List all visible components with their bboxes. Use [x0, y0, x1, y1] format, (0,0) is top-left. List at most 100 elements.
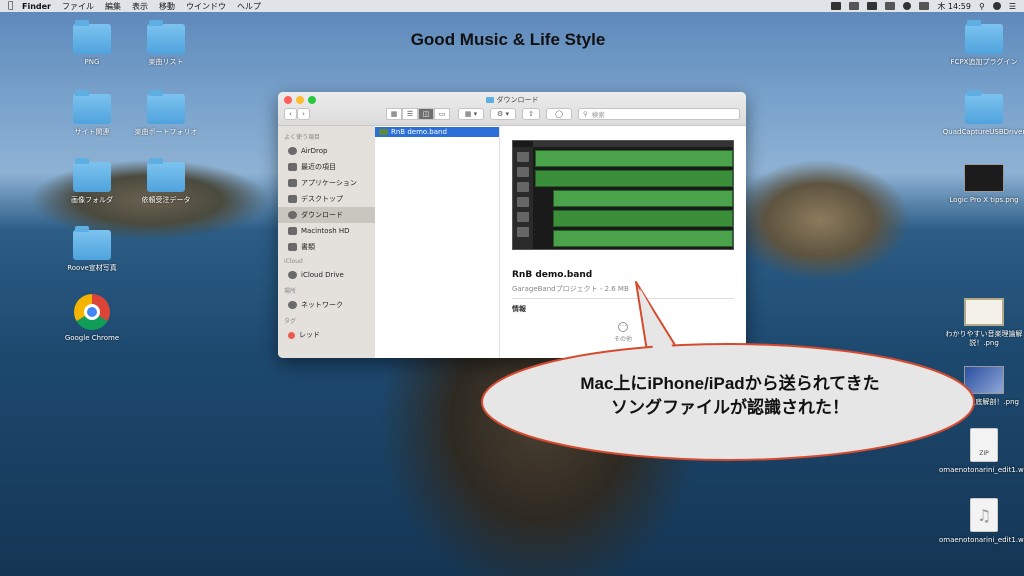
audio-file-icon: ♫ [970, 498, 998, 532]
desktop-icon-label: Logic Pro X tips.png [949, 196, 1019, 204]
sidebar-item-applications[interactable]: アプリケーション [278, 175, 375, 191]
app-status-icon[interactable] [867, 2, 878, 10]
window-title: ダウンロード [278, 95, 746, 105]
desktop-icon-label: QuadCaptureUSBDriver [942, 128, 1024, 136]
sidebar-item-recents[interactable]: 最近の項目 [278, 159, 375, 175]
desktop-file-wav[interactable]: ♫ omaenotonarini_edit1.wav [939, 498, 1024, 545]
menu-go[interactable]: 移動 [159, 1, 175, 12]
callout-text: Mac上にiPhone/iPadから送られてきた ソングファイルが認識された！ [500, 372, 960, 420]
download-icon [288, 211, 297, 219]
column-view-button[interactable]: ◫ [418, 108, 434, 120]
garageband-thumbnail [512, 140, 734, 250]
battery-icon[interactable] [919, 2, 930, 10]
cloud-icon [288, 271, 297, 279]
icon-view-button[interactable]: ▦ [386, 108, 402, 120]
desktop-icon-label: 依頼受注データ [141, 196, 191, 204]
sidebar-header-icloud: iCloud [284, 258, 303, 265]
desktop-folder-song-list[interactable]: 楽曲リスト [121, 20, 211, 67]
applications-icon [288, 179, 297, 187]
airdrop-icon [288, 147, 297, 155]
finder-titlebar[interactable]: ダウンロード ‹ › ▦ ☰ ◫ ▭ ▦ ▾ ⚙ ▾ ⇧ ◯ ⚲ 検索 [278, 92, 746, 126]
forward-button[interactable]: › [297, 108, 310, 120]
finder-toolbar: ‹ › ▦ ☰ ◫ ▭ ▦ ▾ ⚙ ▾ ⇧ ◯ ⚲ 検索 [284, 107, 740, 121]
group-button[interactable]: ▦ ▾ [458, 108, 484, 120]
folder-icon [73, 90, 111, 124]
more-label: その他 [613, 336, 632, 343]
sidebar-header-places: 場所 [284, 288, 297, 295]
folder-icon [73, 20, 111, 54]
apple-menu-icon[interactable]:  [8, 1, 22, 11]
spotlight-icon[interactable]: ⚲ [979, 2, 985, 11]
sidebar-item-desktop[interactable]: デスクトップ [278, 191, 375, 207]
desktop-folder-fcpx[interactable]: FCPX追加プラグイン [939, 20, 1024, 67]
sidebar-item-documents[interactable]: 書類 [278, 239, 375, 255]
siri-icon[interactable] [992, 2, 1001, 10]
zip-file-icon: ZIP [970, 428, 998, 462]
folder-icon [147, 90, 185, 124]
globe-icon [288, 301, 297, 309]
folder-icon [147, 158, 185, 192]
image-thumbnail-icon [964, 366, 1004, 394]
desktop-icon-label: omaenotonarini_edit1.wav.zip [939, 466, 1024, 474]
sidebar-item-icloud-drive[interactable]: iCloud Drive [278, 267, 375, 283]
folder-icon [965, 90, 1003, 124]
folder-icon [147, 20, 185, 54]
wifi-icon[interactable] [903, 2, 912, 10]
sidebar-item-downloads[interactable]: ダウンロード [278, 207, 375, 223]
notification-center-icon[interactable]: ☰ [1009, 2, 1016, 11]
desktop-icon-label: omaenotonarini_edit1.wav [939, 536, 1024, 544]
back-button[interactable]: ‹ [284, 108, 297, 120]
finder-sidebar: よく使う項目 AirDrop 最近の項目 アプリケーション デスクトップ ダウン… [278, 126, 375, 358]
desktop-folder-roove[interactable]: Roove宣材写真 [47, 226, 137, 273]
more-button[interactable]: ··· その他 [500, 322, 746, 343]
desktop-icon-label: わかりやすい音楽理論解説！.png [945, 330, 1023, 347]
search-field[interactable]: ⚲ 検索 [578, 108, 740, 120]
menu-edit[interactable]: 編集 [105, 1, 121, 12]
sidebar-item-airdrop[interactable]: AirDrop [278, 143, 375, 159]
search-placeholder: 検索 [591, 111, 605, 119]
file-column: RnB demo.band [375, 126, 500, 358]
desktop-folder-orders[interactable]: 依頼受注データ [121, 158, 211, 205]
garageband-file-icon [379, 129, 388, 135]
folder-icon [485, 97, 494, 103]
bluetooth-icon[interactable] [885, 2, 896, 10]
desktop-icon-label: FCPX追加プラグイン [950, 58, 1018, 66]
sidebar-header-tags: タグ [284, 318, 297, 325]
extension-icon[interactable] [849, 2, 860, 10]
folder-icon [73, 226, 111, 260]
file-row-selected[interactable]: RnB demo.band [375, 127, 499, 137]
menu-window[interactable]: ウインドウ [186, 1, 226, 12]
image-thumbnail-icon [964, 298, 1004, 326]
desktop-app-chrome[interactable]: Google Chrome [47, 294, 137, 343]
sidebar-item-macintosh-hd[interactable]: Macintosh HD [278, 223, 375, 239]
desktop-icon-label: Roove宣材写真 [67, 264, 117, 272]
menu-clock[interactable]: 木 14:59 [937, 1, 971, 12]
desktop-icon [288, 195, 297, 203]
display-icon[interactable] [831, 2, 842, 10]
sidebar-header-favorites: よく使う項目 [284, 134, 321, 141]
callout-line-1: Mac上にiPhone/iPadから送られてきた [580, 374, 880, 393]
red-tag-icon [288, 331, 295, 339]
menu-view[interactable]: 表示 [132, 1, 148, 12]
desktop-image-logic-tips[interactable]: Logic Pro X tips.png [939, 164, 1024, 205]
tag-button[interactable]: ◯ [546, 108, 572, 120]
preview-pane: RnB demo.band GarageBandプロジェクト - 2.6 MB … [500, 126, 746, 358]
desktop-icon-label: 楽曲リスト [148, 58, 184, 66]
search-icon: ⚲ [583, 110, 588, 118]
menu-bar:  Finder ファイル 編集 表示 移動 ウインドウ ヘルプ 木 14:59… [0, 0, 1024, 12]
menu-app-finder[interactable]: Finder [22, 2, 51, 11]
menu-file[interactable]: ファイル [62, 1, 94, 12]
menu-help[interactable]: ヘルプ [237, 1, 261, 12]
gallery-view-button[interactable]: ▭ [434, 108, 450, 120]
sidebar-item-network[interactable]: ネットワーク [278, 297, 375, 313]
action-gear-button[interactable]: ⚙ ▾ [490, 108, 516, 120]
share-button[interactable]: ⇧ [522, 108, 540, 120]
desktop-folder-quadcapture[interactable]: QuadCaptureUSBDriver [939, 90, 1024, 137]
sidebar-item-tag-red[interactable]: レッド [278, 327, 375, 343]
desktop-folder-portfolio[interactable]: 楽曲ポートフォリオ [121, 90, 211, 137]
window-title-text: ダウンロード [496, 96, 539, 104]
list-view-button[interactable]: ☰ [402, 108, 418, 120]
chrome-icon [74, 294, 110, 330]
desktop-file-zip[interactable]: ZIP omaenotonarini_edit1.wav.zip [939, 428, 1024, 475]
desktop-image-theory[interactable]: わかりやすい音楽理論解説！.png [939, 298, 1024, 348]
